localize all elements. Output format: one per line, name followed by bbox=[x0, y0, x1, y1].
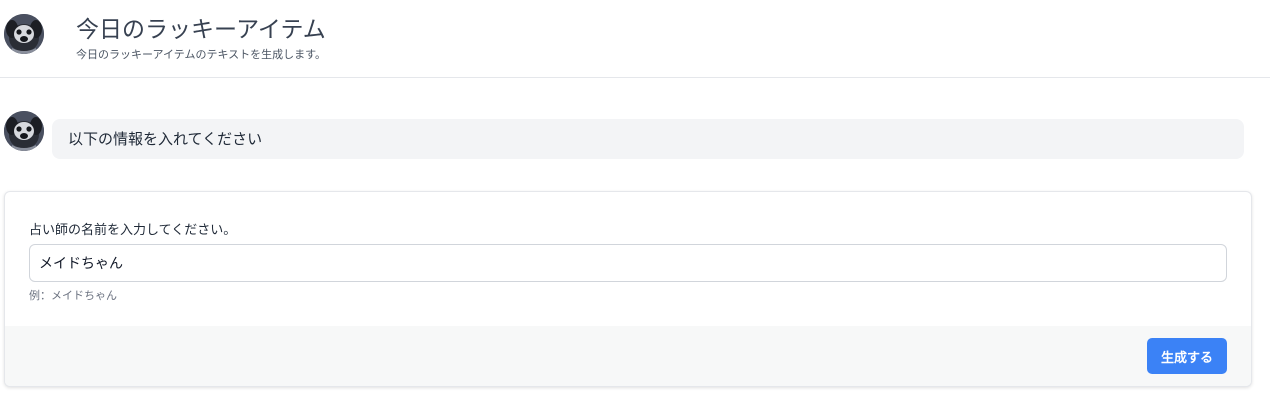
input-form-card: 占い師の名前を入力してください。 例：メイドちゃん 生成する bbox=[4, 191, 1252, 387]
chat-bubble: 以下の情報を入れてください bbox=[52, 119, 1244, 159]
fortune-teller-name-label: 占い師の名前を入力してください。 bbox=[29, 223, 237, 238]
form-footer: 生成する bbox=[5, 326, 1251, 386]
bot-avatar bbox=[4, 111, 44, 151]
input-hint: 例：メイドちゃん bbox=[29, 289, 117, 302]
app-avatar bbox=[4, 14, 44, 54]
generate-button[interactable]: 生成する bbox=[1147, 338, 1227, 374]
app-header: 今日のラッキーアイテム 今日のラッキーアイテムのテキストを生成します。 bbox=[0, 0, 1270, 78]
dog-avatar-icon bbox=[4, 111, 44, 151]
page-subtitle: 今日のラッキーアイテムのテキストを生成します。 bbox=[76, 48, 327, 61]
page-title: 今日のラッキーアイテム bbox=[76, 17, 326, 43]
dog-avatar-icon bbox=[4, 14, 44, 54]
fortune-teller-name-input[interactable] bbox=[29, 244, 1227, 282]
